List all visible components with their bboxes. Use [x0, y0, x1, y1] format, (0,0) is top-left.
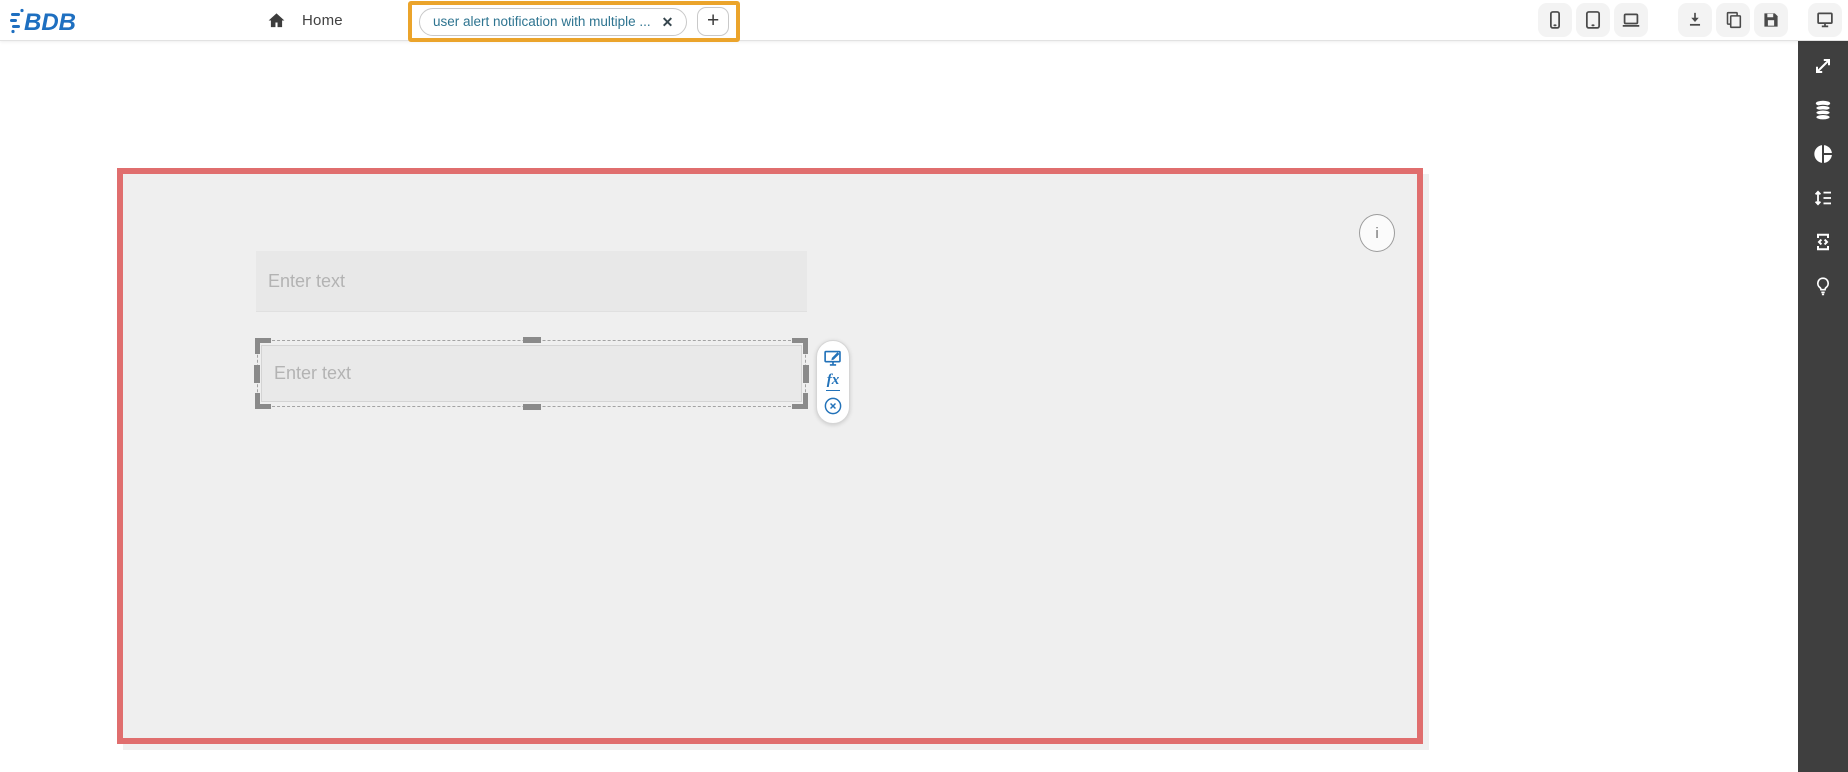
formula-icon: fx [826, 373, 841, 391]
add-tab-button[interactable]: + [697, 7, 729, 36]
resize-handle-top-right[interactable] [792, 338, 808, 354]
designer-sidebar [1798, 41, 1848, 772]
data-object-icon[interactable] [1810, 229, 1836, 255]
database-icon[interactable] [1810, 97, 1836, 123]
laptop-preview-button[interactable] [1614, 3, 1648, 37]
info-button[interactable]: i [1359, 214, 1395, 252]
resize-handle-bottom-right[interactable] [792, 393, 808, 409]
monitor-preview-icon [1814, 9, 1836, 31]
widget-action-toolbar: fx [816, 340, 850, 424]
tab-highlight-annotation: user alert notification with multiple ..… [408, 1, 740, 42]
resize-handle-left[interactable] [254, 365, 260, 383]
remove-widget-button[interactable] [821, 394, 845, 418]
formula-button[interactable]: fx [821, 370, 845, 394]
resize-handle-top[interactable] [523, 337, 541, 343]
download-button[interactable] [1678, 3, 1712, 37]
tablet-preview-icon [1582, 9, 1604, 31]
bdb-logo: BDB [10, 6, 92, 41]
remove-widget-icon [822, 395, 844, 417]
lightbulb-icon[interactable] [1810, 273, 1836, 299]
selected-widget: fx [257, 340, 806, 407]
edit-on-screen-icon [822, 347, 844, 369]
download-icon [1684, 9, 1706, 31]
save-icon [1760, 9, 1782, 31]
expand-icon[interactable] [1810, 53, 1836, 79]
resize-handle-top-left[interactable] [255, 338, 271, 354]
save-button[interactable] [1754, 3, 1788, 37]
home-icon [266, 10, 287, 31]
pie-chart-icon[interactable] [1810, 141, 1836, 167]
line-spacing-icon[interactable] [1810, 185, 1836, 211]
monitor-preview-button[interactable] [1808, 3, 1842, 37]
tablet-preview-button[interactable] [1576, 3, 1610, 37]
edit-on-screen-button[interactable] [821, 346, 845, 370]
home-button[interactable]: Home [266, 0, 343, 40]
mobile-preview-button[interactable] [1538, 3, 1572, 37]
tab-title: user alert notification with multiple ..… [433, 14, 651, 29]
top-navbar: BDB Home user alert notification with mu… [0, 0, 1848, 41]
text-input-1[interactable] [256, 251, 807, 312]
dashboard-tab[interactable]: user alert notification with multiple ..… [419, 8, 687, 36]
home-label: Home [302, 12, 343, 29]
tab-close-icon[interactable]: ✕ [662, 15, 674, 29]
resize-handle-right[interactable] [803, 365, 809, 383]
resize-handle-bottom-left[interactable] [255, 393, 271, 409]
form-canvas[interactable]: i [117, 168, 1423, 744]
bdb-logo-icon: BDB [10, 6, 92, 36]
topbar-actions [1534, 3, 1842, 37]
app-window: BDB Home user alert notification with mu… [0, 0, 1848, 772]
duplicate-button[interactable] [1716, 3, 1750, 37]
laptop-preview-icon [1620, 9, 1642, 31]
duplicate-icon [1722, 9, 1744, 31]
resize-handle-bottom[interactable] [523, 404, 541, 410]
text-input-2[interactable] [261, 345, 802, 402]
svg-text:BDB: BDB [24, 9, 76, 36]
mobile-preview-icon [1544, 9, 1566, 31]
